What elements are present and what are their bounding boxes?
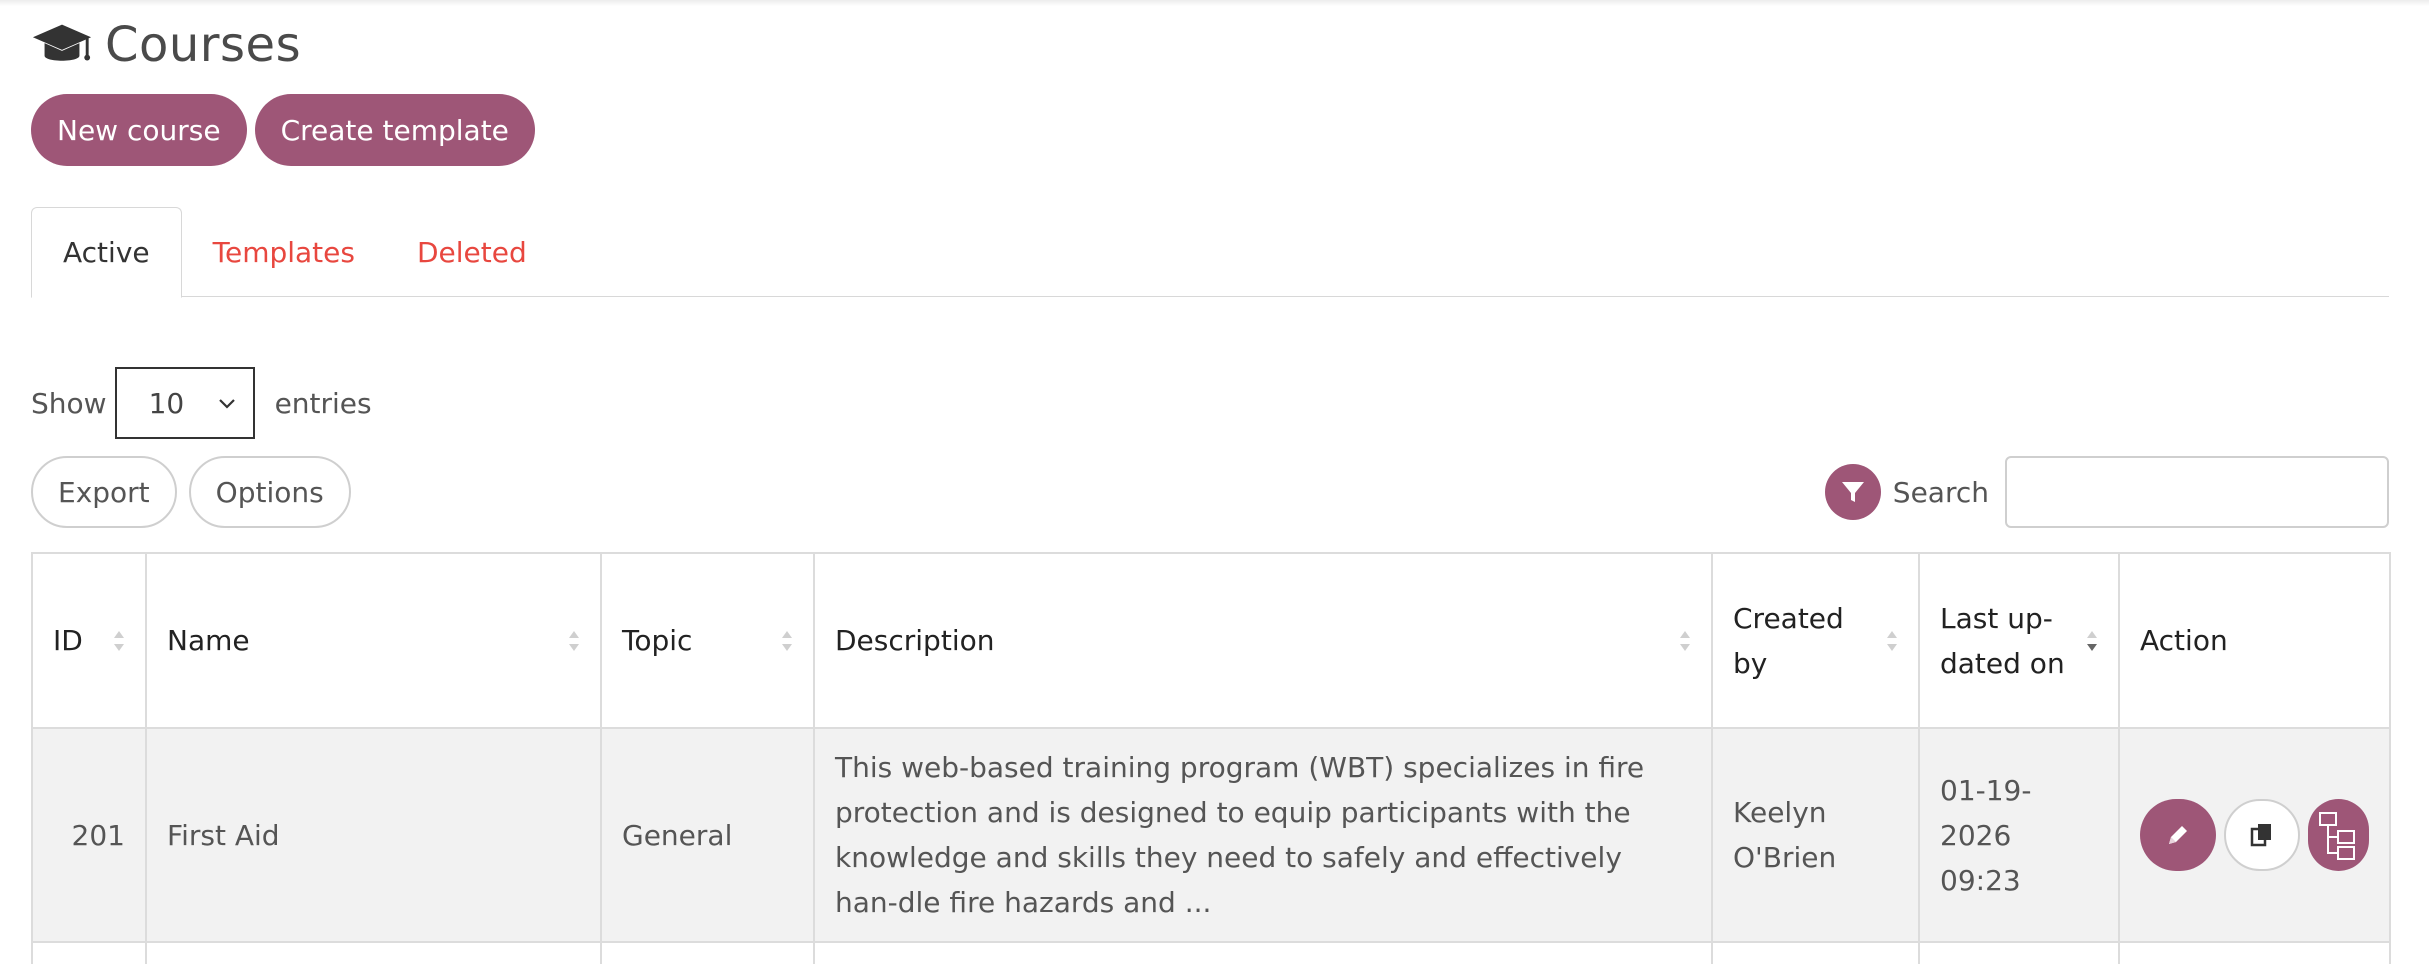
table-row: 201 First Aid General This web-based tra… xyxy=(31,727,2391,943)
table-tools: Export Options xyxy=(31,456,351,528)
cell-empty xyxy=(2118,941,2391,964)
entries-select-value: 10 xyxy=(148,386,185,420)
column-header-id[interactable]: ID xyxy=(31,552,147,729)
table-header-row: ID Name Topic Description Created by Las… xyxy=(31,552,2391,729)
sort-icon xyxy=(114,630,124,651)
cell-id: 201 xyxy=(31,727,147,943)
sort-icon xyxy=(1680,630,1690,651)
cell-empty xyxy=(1711,941,1920,964)
course-tabs: Active Templates Deleted xyxy=(31,207,2389,298)
tab-deleted[interactable]: Deleted xyxy=(386,207,558,297)
search-area: Search xyxy=(1824,456,2389,528)
cell-empty xyxy=(31,941,147,964)
cell-actions xyxy=(2118,727,2391,943)
sitemap-icon xyxy=(2318,812,2355,860)
primary-actions: New course Create template xyxy=(31,94,535,166)
tab-active[interactable]: Active xyxy=(31,207,182,298)
courses-table: ID Name Topic Description Created by Las… xyxy=(31,552,2391,964)
cell-empty xyxy=(145,941,602,964)
cell-empty xyxy=(600,941,815,964)
column-header-topic[interactable]: Topic xyxy=(600,552,815,729)
cell-empty xyxy=(1918,941,2120,964)
chevron-down-icon xyxy=(218,399,235,409)
tab-templates[interactable]: Templates xyxy=(182,207,386,297)
filter-button[interactable] xyxy=(1824,464,1881,520)
column-header-created-by[interactable]: Created by xyxy=(1711,552,1920,729)
column-header-action: Action xyxy=(2118,552,2391,729)
new-course-button[interactable]: New course xyxy=(31,94,247,166)
page-header: Courses xyxy=(31,12,301,78)
cell-created-by: Keelyn O'Brien xyxy=(1711,727,1920,943)
export-button[interactable]: Export xyxy=(31,456,177,528)
column-header-label: Description xyxy=(835,624,995,657)
column-header-last-updated[interactable]: Last up-dated on xyxy=(1918,552,2120,729)
table-row xyxy=(31,941,2391,964)
sort-icon xyxy=(569,630,579,651)
pencil-icon xyxy=(2169,826,2187,844)
column-header-label: ID xyxy=(53,624,83,657)
column-header-label: Created by xyxy=(1733,601,1844,680)
structure-button[interactable] xyxy=(2308,799,2369,871)
top-bar xyxy=(0,0,2429,6)
cell-empty xyxy=(813,941,1713,964)
cell-topic: General xyxy=(600,727,815,943)
options-button[interactable]: Options xyxy=(188,456,351,528)
search-label: Search xyxy=(1892,475,1989,509)
page-title: Courses xyxy=(105,17,302,73)
cell-name: First Aid xyxy=(145,727,602,943)
filter-icon xyxy=(1841,482,1864,502)
copy-button[interactable] xyxy=(2224,799,2301,871)
column-header-description[interactable]: Description xyxy=(813,552,1713,729)
create-template-button[interactable]: Create template xyxy=(254,94,535,166)
entries-label: entries xyxy=(274,386,372,420)
column-header-label: Name xyxy=(167,624,250,657)
copy-icon xyxy=(2250,824,2272,847)
show-label: Show xyxy=(31,386,107,420)
sort-icon xyxy=(782,630,792,651)
sort-desc-icon xyxy=(2087,630,2097,651)
entries-length-control: Show 10 entries xyxy=(31,367,372,439)
sort-icon xyxy=(1887,630,1897,651)
column-header-label: Action xyxy=(2140,624,2228,657)
column-header-name[interactable]: Name xyxy=(145,552,602,729)
cell-description: This web-based training program (WBT) sp… xyxy=(813,727,1713,943)
edit-button[interactable] xyxy=(2140,799,2216,871)
entries-select[interactable]: 10 xyxy=(114,367,255,439)
column-header-label: Topic xyxy=(622,624,693,657)
column-header-label: Last up-dated on xyxy=(1940,601,2065,680)
cell-last-updated: 01-19-2026 09:23 xyxy=(1918,727,2120,943)
graduation-cap-icon xyxy=(32,24,92,61)
search-input[interactable] xyxy=(2005,456,2389,528)
